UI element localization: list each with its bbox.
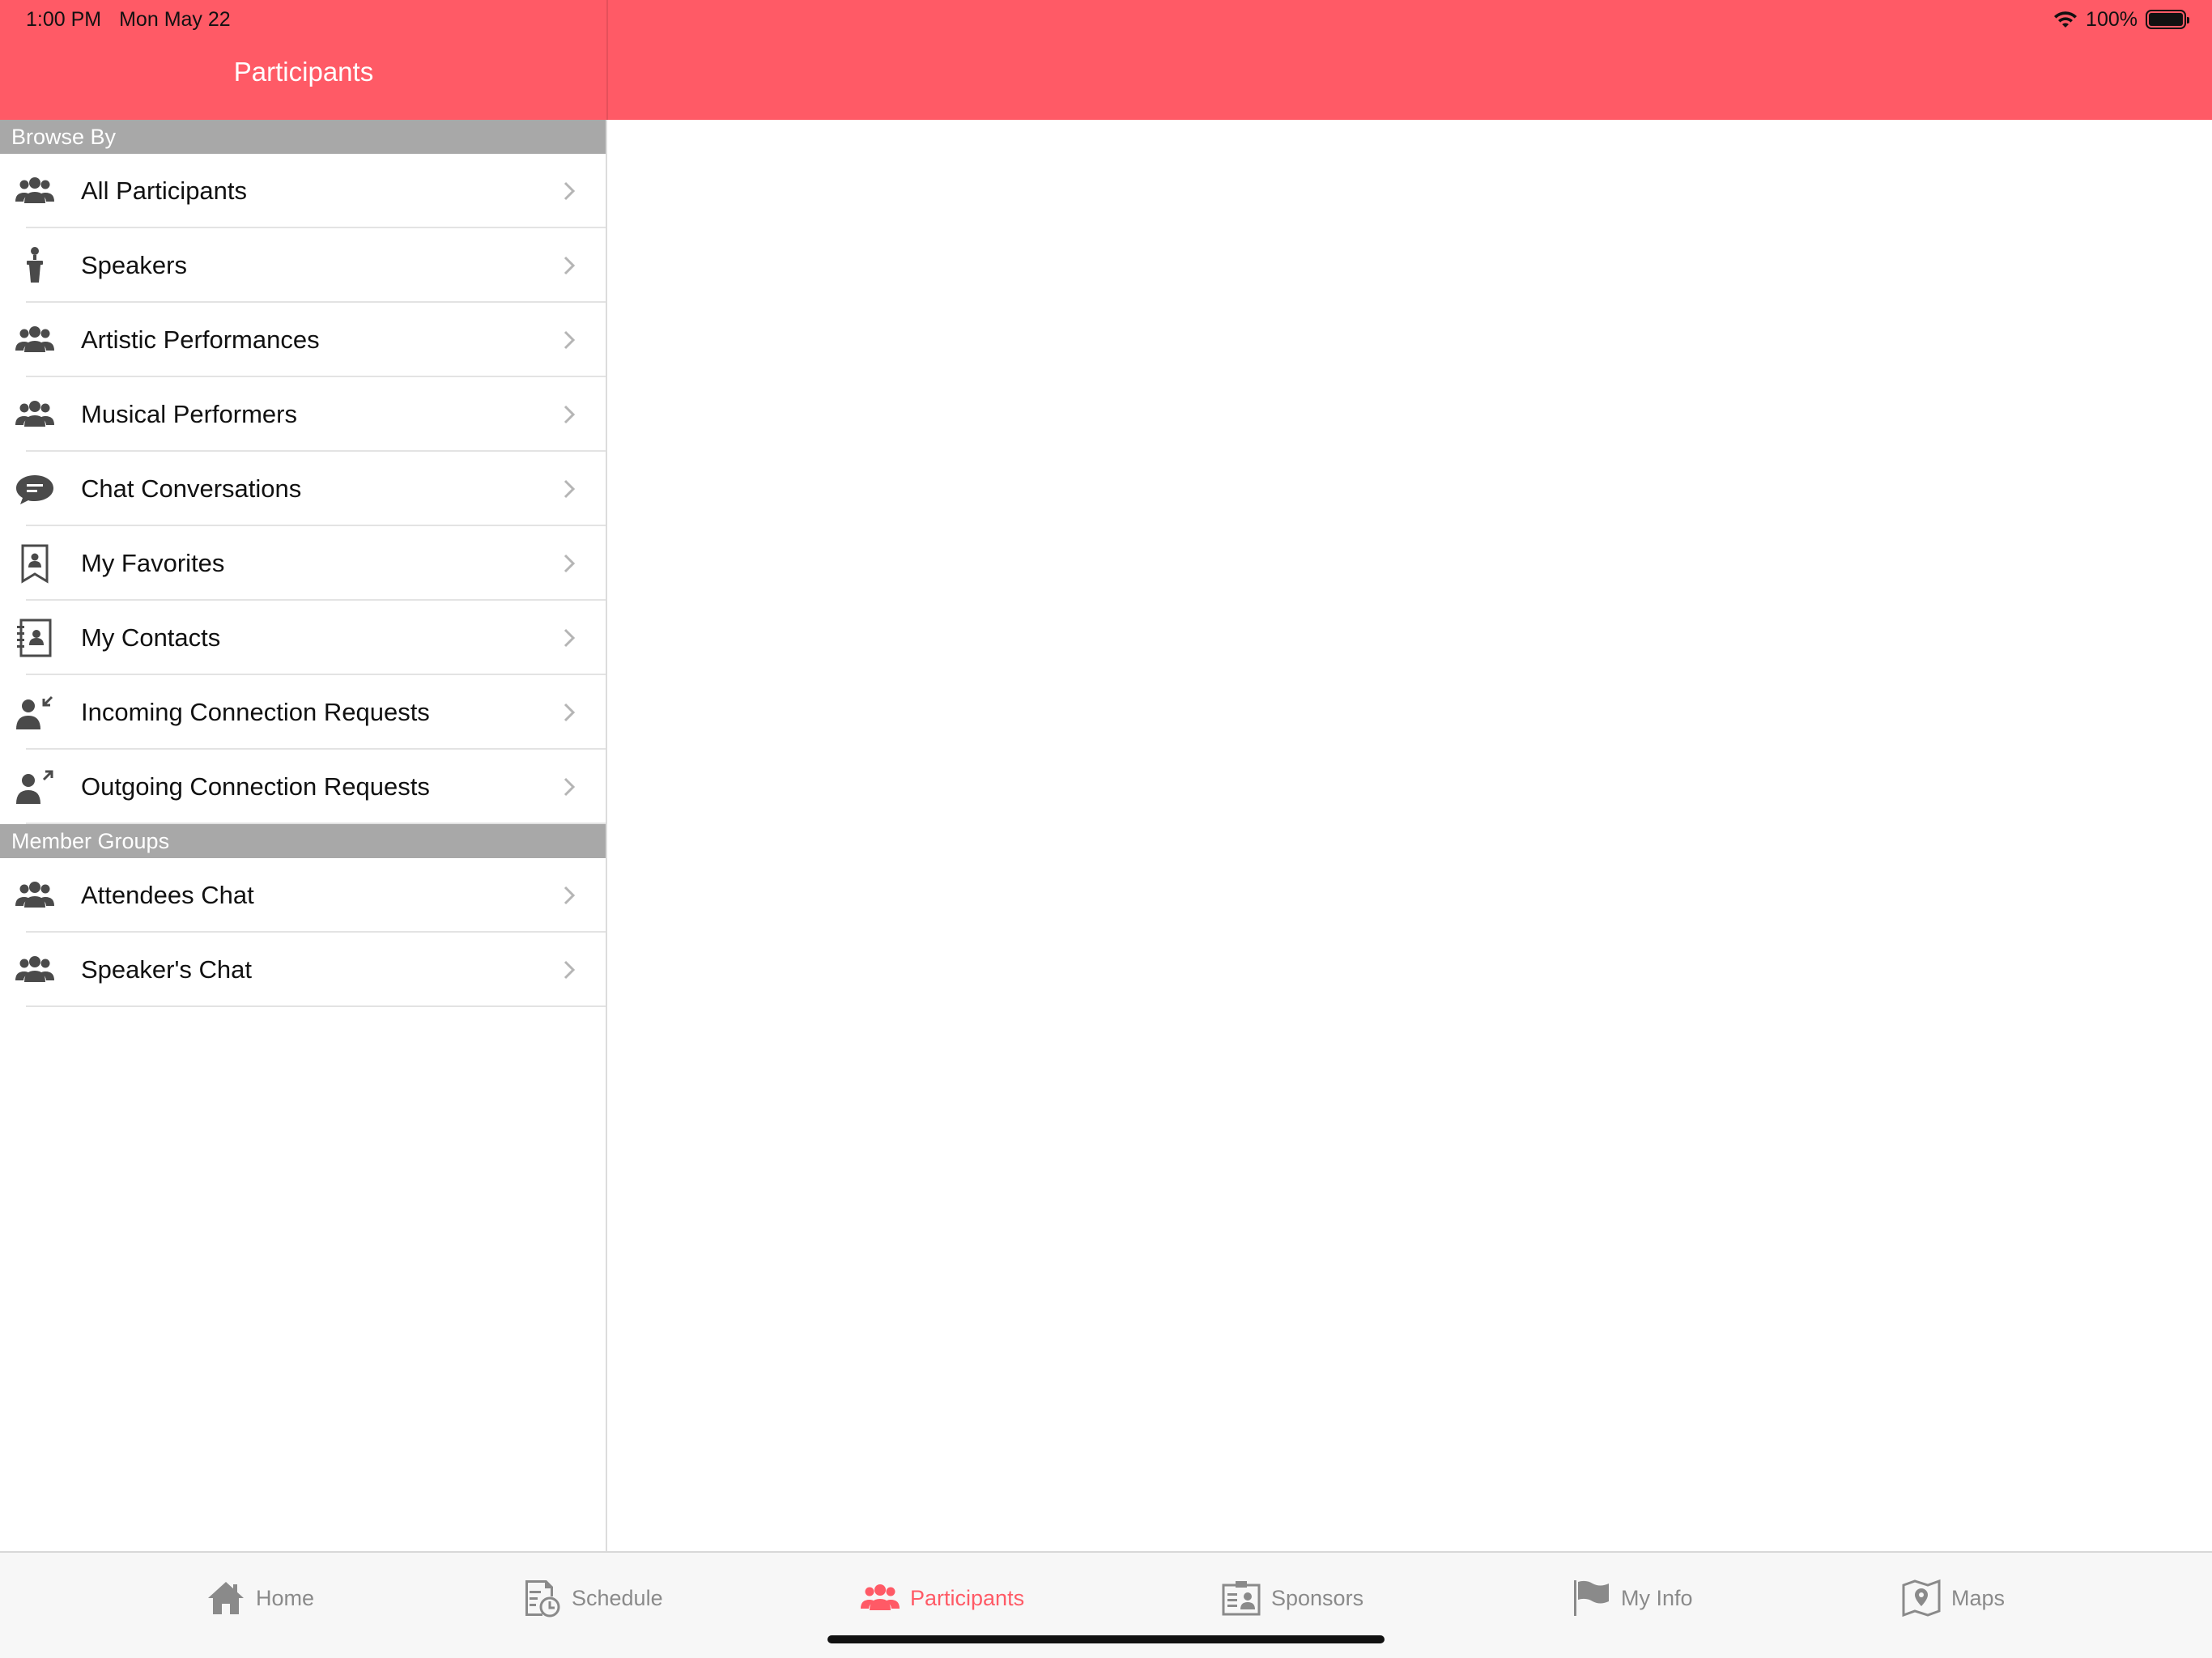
sidebar-item-label: Attendees Chat <box>81 881 254 909</box>
tab-participants[interactable]: Participants <box>860 1575 1024 1621</box>
sidebar-item-label: Speaker's Chat <box>81 955 252 984</box>
tab-label: Participants <box>910 1585 1025 1610</box>
sidebar-item-chat-conversations[interactable]: Chat Conversations <box>0 452 606 526</box>
sidebar-item-speakers-chat[interactable]: Speaker's Chat <box>0 933 606 1007</box>
chevron-right-icon <box>557 328 581 352</box>
sidebar-item-all-participants[interactable]: All Participants <box>0 154 606 228</box>
flag-icon <box>1574 1580 1609 1616</box>
sidebar-item-label: My Contacts <box>81 623 221 652</box>
status-date: Mon May 22 <box>119 7 231 31</box>
sidebar-item-label: Chat Conversations <box>81 474 302 503</box>
tab-label: Home <box>256 1585 315 1610</box>
status-bar-right: 100% <box>2053 5 2189 34</box>
page-title: Participants <box>233 57 374 87</box>
chevron-right-icon <box>557 477 581 501</box>
chevron-right-icon <box>557 179 581 203</box>
battery-icon <box>2146 10 2189 29</box>
sidebar-item-attendees-chat[interactable]: Attendees Chat <box>0 858 606 933</box>
chevron-right-icon <box>557 775 581 799</box>
tab-label: My Info <box>1621 1585 1693 1610</box>
sidebar-item-musical-performers[interactable]: Musical Performers <box>0 377 606 452</box>
sidebar-item-label: Incoming Connection Requests <box>81 698 430 726</box>
chevron-right-icon <box>557 883 581 908</box>
sidebar-item-artistic-performances[interactable]: Artistic Performances <box>0 303 606 377</box>
sidebar-item-incoming-connection-requests[interactable]: Incoming Connection Requests <box>0 675 606 750</box>
chevron-right-icon <box>557 253 581 278</box>
sidebar-item-label: All Participants <box>81 176 248 205</box>
bookmark-person-icon <box>15 543 55 584</box>
sidebar-item-my-favorites[interactable]: My Favorites <box>0 526 606 601</box>
navigation-header: 1:00 PM Mon May 22 100% Participants <box>0 0 2212 120</box>
sidebar-item-speakers[interactable]: Speakers <box>0 228 606 303</box>
tab-label: Sponsors <box>1271 1585 1364 1610</box>
group-icon <box>15 950 55 990</box>
sidebar: Browse By All Participants Speakers Arti… <box>0 120 607 1551</box>
address-book-icon <box>15 618 55 658</box>
section-header-browse-by: Browse By <box>0 120 606 154</box>
sidebar-item-my-contacts[interactable]: My Contacts <box>0 601 606 675</box>
status-time: 1:00 PM <box>26 7 102 31</box>
person-incoming-arrow-icon <box>15 692 55 733</box>
person-outgoing-arrow-icon <box>15 767 55 807</box>
sidebar-item-label: My Favorites <box>81 549 225 577</box>
home-icon <box>208 1582 244 1614</box>
tab-schedule[interactable]: Schedule <box>521 1575 663 1621</box>
tab-label: Schedule <box>572 1585 663 1610</box>
detail-pane <box>608 120 2212 1551</box>
schedule-icon <box>525 1580 560 1618</box>
wifi-icon <box>2054 11 2078 28</box>
tab-sponsors[interactable]: Sponsors <box>1221 1575 1363 1621</box>
participants-icon <box>861 1584 900 1610</box>
sidebar-item-label: Speakers <box>81 251 187 279</box>
chevron-right-icon <box>557 402 581 427</box>
podium-speaker-icon <box>15 245 55 286</box>
section-header-member-groups: Member Groups <box>0 824 606 858</box>
group-icon <box>15 320 55 360</box>
tab-maps[interactable]: Maps <box>1901 1575 2005 1621</box>
status-bar-left: 1:00 PM Mon May 22 <box>26 6 231 32</box>
battery-level-fill <box>2149 13 2183 26</box>
tab-home[interactable]: Home <box>206 1575 314 1621</box>
home-indicator[interactable] <box>827 1635 1385 1643</box>
chevron-right-icon <box>557 626 581 650</box>
group-icon <box>15 875 55 916</box>
chat-bubble-icon <box>15 469 55 509</box>
sidebar-item-label: Musical Performers <box>81 400 297 428</box>
chevron-right-icon <box>557 700 581 725</box>
sidebar-item-outgoing-connection-requests[interactable]: Outgoing Connection Requests <box>0 750 606 824</box>
chevron-right-icon <box>557 958 581 982</box>
battery-percent: 100% <box>2086 7 2138 31</box>
tab-my-info[interactable]: My Info <box>1571 1575 1693 1621</box>
sidebar-item-label: Artistic Performances <box>81 325 320 354</box>
app-root: 1:00 PM Mon May 22 100% Participants Bro… <box>0 0 2212 1658</box>
chevron-right-icon <box>557 551 581 576</box>
map-icon <box>1902 1579 1941 1618</box>
group-icon <box>15 394 55 435</box>
group-icon <box>15 171 55 211</box>
sidebar-item-label: Outgoing Connection Requests <box>81 772 430 801</box>
tab-label: Maps <box>1951 1585 2006 1610</box>
sponsors-icon <box>1222 1581 1261 1616</box>
